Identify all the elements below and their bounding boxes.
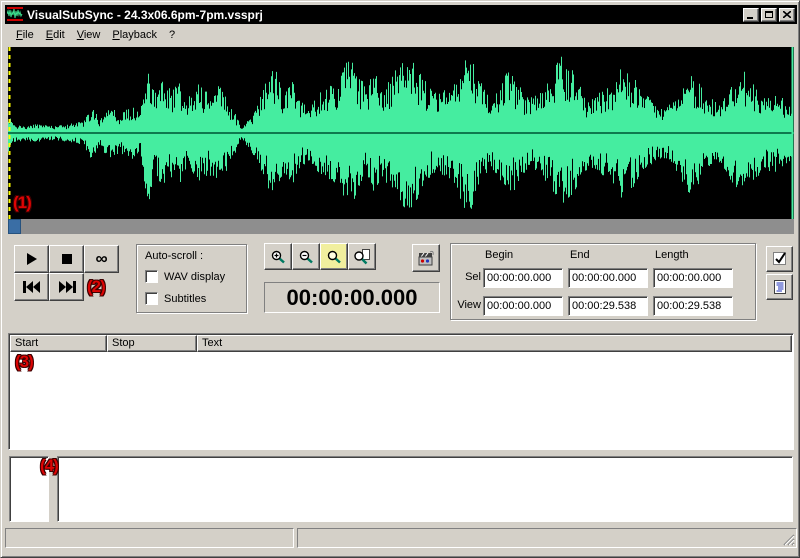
zoom-all-button[interactable] — [320, 243, 348, 270]
zoom-out-button[interactable] — [292, 243, 320, 270]
menu-playback[interactable]: Playback — [106, 27, 163, 43]
sel-row-label: Sel — [453, 271, 481, 283]
selection-panel: Begin End Length Sel View — [450, 243, 756, 320]
play-icon — [24, 253, 40, 265]
title-bar: VisualSubSync - 24.3x06.6pm-7pm.vssprj — [5, 5, 797, 24]
wav-display-label: WAV display — [164, 271, 225, 283]
zoom-in-icon — [270, 249, 286, 265]
infinity-icon: ∞ — [95, 254, 107, 264]
view-end-field[interactable] — [568, 296, 648, 316]
wav-display-checkbox[interactable] — [145, 270, 158, 283]
menu-help[interactable]: ? — [163, 27, 181, 43]
subtitle-list-header: Start Stop Text — [10, 335, 792, 352]
stop-button[interactable] — [49, 245, 84, 273]
zoom-out-icon — [298, 249, 314, 265]
zoom-selection-icon — [354, 249, 370, 265]
close-icon — [783, 11, 791, 18]
subtitles-checkbox[interactable] — [145, 292, 158, 305]
next-icon — [58, 281, 76, 293]
error-check-button[interactable] — [766, 246, 793, 272]
window-title: VisualSubSync - 24.3x06.6pm-7pm.vssprj — [27, 8, 263, 22]
column-text[interactable]: Text — [197, 335, 792, 352]
maximize-button[interactable] — [761, 8, 777, 22]
column-stop[interactable]: Stop — [107, 335, 197, 352]
minimize-button[interactable] — [743, 8, 759, 22]
wav-display-option: WAV display — [145, 270, 225, 283]
previous-icon — [23, 281, 41, 293]
close-button[interactable] — [779, 8, 795, 22]
menu-view[interactable]: View — [71, 27, 107, 43]
loop-button[interactable]: ∞ — [84, 245, 119, 273]
annotation-2: (2) — [87, 277, 105, 297]
sel-end-field[interactable] — [568, 268, 648, 288]
clapperboard-icon — [418, 250, 435, 267]
app-window: VisualSubSync - 24.3x06.6pm-7pm.vssprj F… — [0, 0, 800, 558]
document-icon — [773, 279, 787, 295]
annotation-4: (4) — [40, 456, 58, 476]
subtitles-option: Subtitles — [145, 292, 206, 305]
play-button[interactable] — [14, 245, 49, 273]
column-begin: Begin — [485, 249, 513, 261]
previous-button[interactable] — [14, 273, 49, 301]
sel-length-field[interactable] — [653, 268, 733, 288]
autoscroll-group: Auto-scroll : WAV display Subtitles — [136, 244, 247, 313]
status-bar-right — [297, 528, 797, 548]
column-start[interactable]: Start — [10, 335, 107, 352]
checkmark-icon — [771, 250, 789, 268]
scene-change-button[interactable] — [412, 244, 440, 272]
minimize-icon — [747, 17, 753, 19]
maximize-icon — [765, 11, 773, 18]
view-length-field[interactable] — [653, 296, 733, 316]
autoscroll-label: Auto-scroll : — [145, 250, 203, 262]
subtitle-list-body[interactable] — [10, 352, 792, 448]
sel-begin-field[interactable] — [483, 268, 563, 288]
annotation-3: (3) — [15, 352, 33, 372]
stop-icon — [61, 253, 73, 265]
zoom-selection-button[interactable] — [348, 243, 376, 270]
annotation-1: (1) — [13, 193, 31, 213]
waveform-scrollbar[interactable] — [8, 219, 794, 234]
zoom-all-icon — [326, 249, 342, 265]
zoom-in-button[interactable] — [264, 243, 292, 270]
subtitle-text-editor[interactable] — [57, 456, 793, 522]
status-bar-left — [5, 528, 294, 548]
column-length: Length — [655, 249, 689, 261]
scrollbar-thumb[interactable] — [8, 219, 21, 234]
view-begin-field[interactable] — [483, 296, 563, 316]
next-button[interactable] — [49, 273, 84, 301]
waveform-svg — [8, 47, 794, 219]
text-pipe-button[interactable] — [766, 274, 793, 300]
current-time: 00:00:00.000 — [287, 285, 418, 311]
waveform-display[interactable] — [8, 47, 794, 219]
view-row-label: View — [453, 299, 481, 311]
time-display: 00:00:00.000 — [264, 282, 440, 313]
subtitles-label: Subtitles — [164, 293, 206, 305]
menu-edit[interactable]: Edit — [40, 27, 71, 43]
app-icon — [7, 6, 23, 22]
resize-grip[interactable] — [782, 533, 795, 546]
menu-bar: File Edit View Playback ? — [5, 25, 797, 45]
menu-file[interactable]: File — [10, 27, 40, 43]
subtitle-list[interactable]: Start Stop Text — [8, 333, 794, 450]
column-end: End — [570, 249, 590, 261]
